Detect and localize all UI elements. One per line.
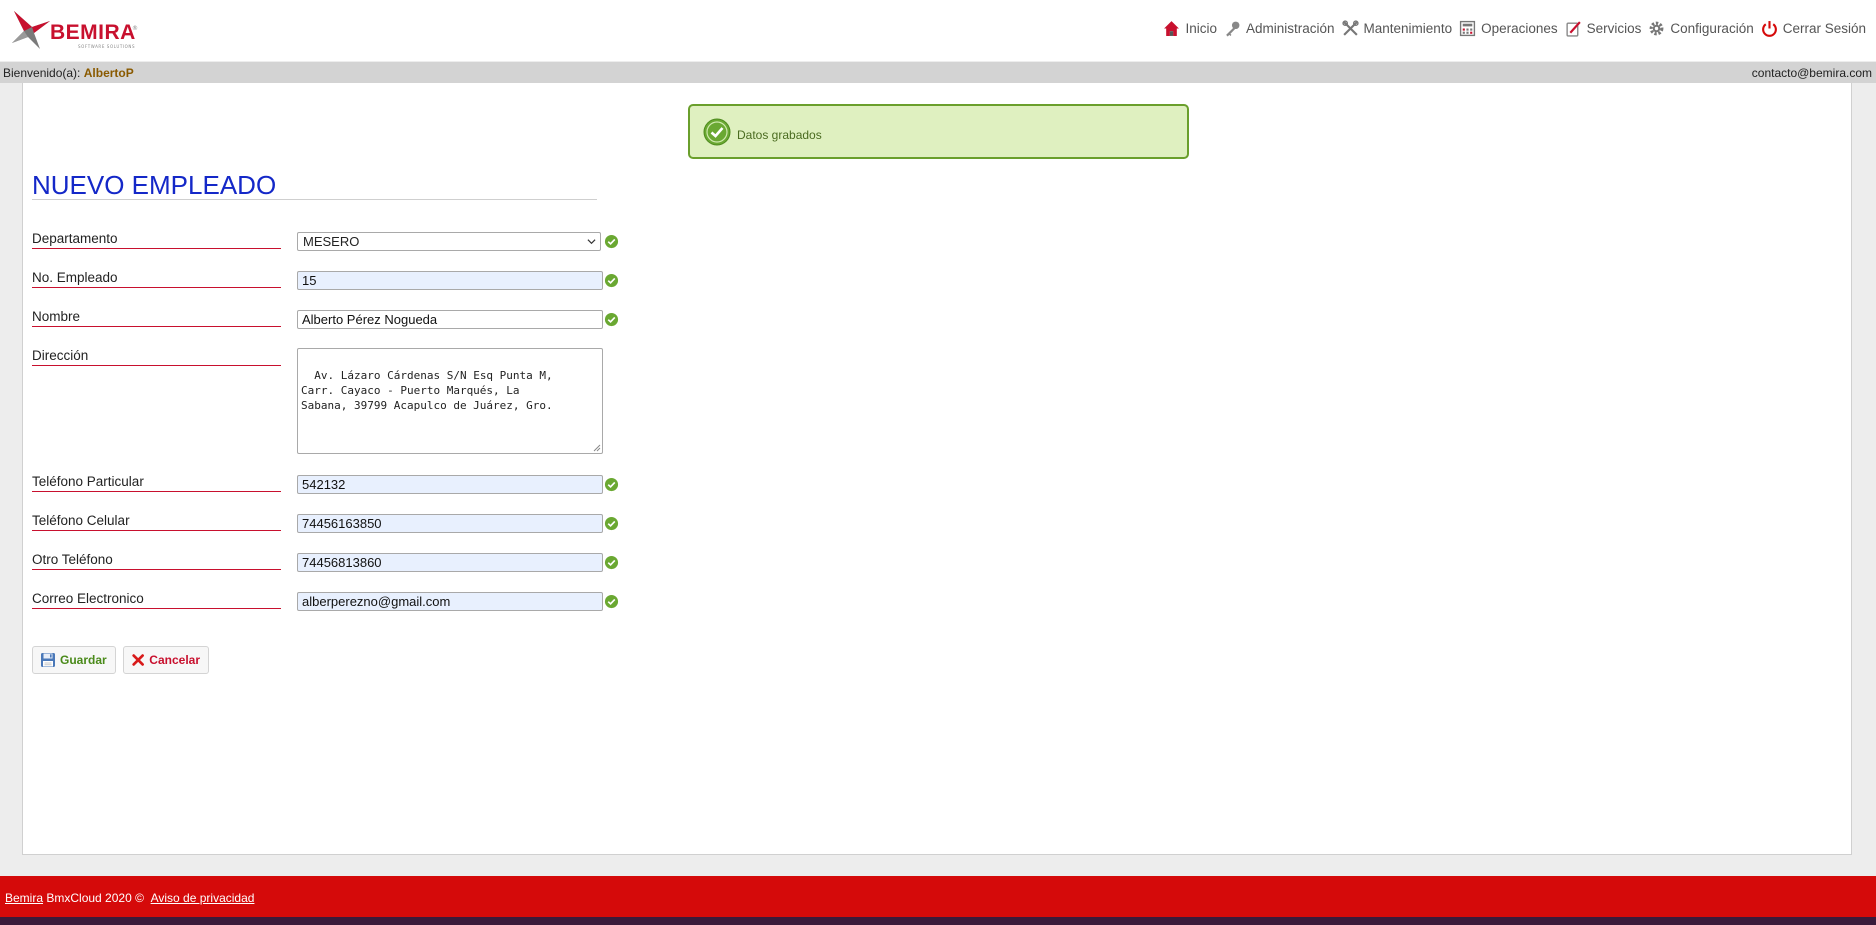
label-correo: Correo Electronico [32,592,281,609]
nav-item-configuracion[interactable]: Configuración [1648,20,1754,37]
correo-input[interactable]: alberperezno@gmail.com [297,592,603,611]
nav-item-administracion[interactable]: Administración [1224,20,1335,37]
close-icon [132,654,144,666]
label-departamento: Departamento [32,232,281,249]
welcome-bar: Bienvenido(a): AlbertoP contacto@bemira.… [0,62,1876,83]
label-nombre: Nombre [32,310,281,327]
page-title: NUEVO EMPLEADO [32,170,277,200]
nav-item-operaciones[interactable]: Operaciones [1459,20,1558,37]
title-divider [32,199,597,200]
direccion-textarea[interactable]: Av. Lázaro Cárdenas S/N Esq Punta M, Car… [297,348,603,454]
logo-registered: ® [132,25,138,32]
valid-check-icon [604,234,619,249]
logo-text: BEMIRA [50,21,136,44]
header: BEMIRA ® SOFTWARE SOLUTIONS Inicio Admin… [0,0,1876,61]
valid-check-icon [604,555,619,570]
contact-email: contacto@bemira.com [1751,66,1872,80]
tools-icon [1341,20,1359,36]
nav-label: Operaciones [1481,21,1558,36]
label-direccion: Dirección [32,349,281,366]
privacy-link[interactable]: Aviso de privacidad [151,891,255,905]
footer: Bemira BmxCloud 2020 © Aviso de privacid… [0,876,1876,917]
bemira-logo[interactable]: BEMIRA ® SOFTWARE SOLUTIONS [10,9,140,51]
services-icon [1566,21,1581,37]
nav-label: Mantenimiento [1363,21,1453,36]
resize-handle-icon[interactable] [593,444,601,452]
departamento-select[interactable]: MESERO [297,232,601,251]
home-icon [1164,21,1180,36]
nav-item-servicios[interactable]: Servicios [1565,20,1642,37]
nav-label: Inicio [1185,21,1217,36]
label-telefono-celular: Teléfono Celular [32,514,281,531]
valid-check-icon [604,477,619,492]
label-no-empleado: No. Empleado [32,271,281,288]
nav-item-inicio[interactable]: Inicio [1163,20,1217,37]
footer-bottom-strip [0,917,1876,925]
nav-item-cerrar-sesion[interactable]: Cerrar Sesión [1761,20,1866,37]
welcome-message: Bienvenido(a): AlbertoP [3,66,134,80]
gear-icon [1650,21,1664,36]
no-empleado-input[interactable]: 15 [297,271,603,290]
nav-item-mantenimiento[interactable]: Mantenimiento [1341,20,1453,37]
welcome-prefix: Bienvenido(a): [3,66,81,80]
label-otro-telefono: Otro Teléfono [32,553,281,570]
success-text: Datos grabados [737,128,822,142]
valid-check-icon [604,594,619,609]
power-icon [1761,21,1777,37]
nav-label: Cerrar Sesión [1782,21,1866,36]
cancel-button-label: Cancelar [149,653,200,667]
footer-brand-link[interactable]: Bemira [5,891,43,905]
valid-check-icon [604,273,619,288]
save-button[interactable]: Guardar [32,646,116,674]
floppy-disk-icon [41,653,55,667]
save-button-label: Guardar [60,653,107,667]
nav-label: Servicios [1586,21,1642,36]
check-circle-icon [703,118,731,146]
nav-label: Administración [1245,21,1335,36]
main-nav: Inicio Administración Mantenimiento Oper… [1163,20,1866,37]
key-icon [1226,21,1240,37]
telefono-particular-input[interactable]: 542132 [297,475,603,494]
welcome-user: AlbertoP [83,66,134,80]
calculator-icon [1459,20,1476,37]
valid-check-icon [604,312,619,327]
nombre-input[interactable]: Alberto Pérez Nogueda [297,310,603,329]
logo-star-icon [12,11,50,49]
cancel-button[interactable]: Cancelar [123,646,209,674]
footer-text: Bemira BmxCloud 2020 © Aviso de privacid… [5,891,254,905]
departamento-selected-value: MESERO [303,234,360,249]
logo-tagline: SOFTWARE SOLUTIONS [78,44,136,49]
success-message: Datos grabados [688,104,1189,159]
telefono-celular-input[interactable]: 74456163850 [297,514,603,533]
label-telefono-particular: Teléfono Particular [32,475,281,492]
chevron-down-icon [587,239,596,245]
footer-copyright: BmxCloud 2020 © [46,891,144,905]
otro-telefono-input[interactable]: 74456813860 [297,553,603,572]
direccion-value: Av. Lázaro Cárdenas S/N Esq Punta M, Car… [301,369,553,412]
nav-label: Configuración [1670,21,1754,36]
valid-check-icon [604,516,619,531]
